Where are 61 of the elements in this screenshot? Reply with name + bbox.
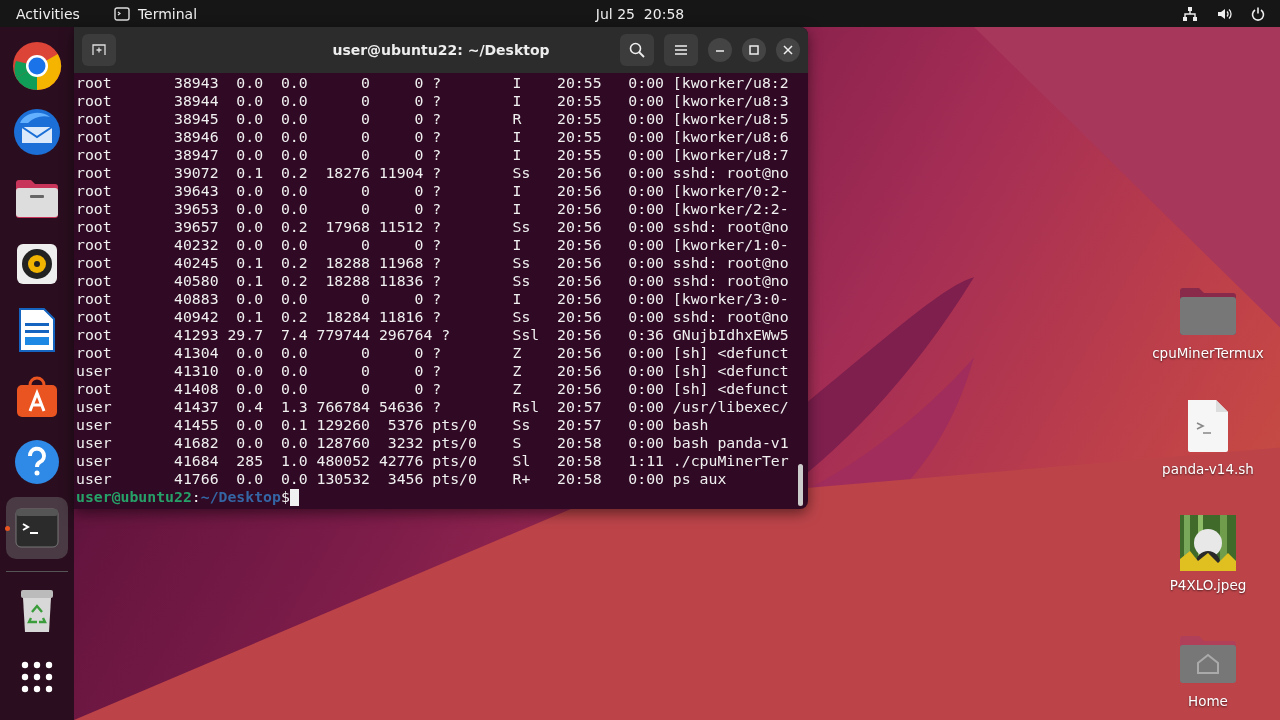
prompt-path: ~/Desktop	[200, 488, 281, 506]
search-icon	[629, 42, 645, 58]
file-label[interactable]: P4XLO.jpeg	[1169, 577, 1247, 593]
maximize-icon	[749, 45, 759, 55]
terminal-line: root 41408 0.0 0.0 0 0 ? Z 20:56 0:00 [sh] <defunct	[76, 380, 790, 398]
terminal-line: root 38946 0.0 0.0 0 0 ? I 20:55 0:00 [kworker/u8:6	[76, 128, 790, 146]
terminal-icon	[113, 6, 130, 21]
terminal-line: root 40883 0.0 0.0 0 0 ? I 20:56 0:00 [kworker/3:0-	[76, 290, 790, 308]
terminal-line: root 41293 29.7 7.4 779744 296764 ? Ssl 20:56 0:36 GNujbIdhxEWw5	[76, 326, 790, 344]
file-label[interactable]: Home	[1188, 693, 1228, 709]
search-button[interactable]	[620, 34, 654, 66]
terminal-line: root 38944 0.0 0.0 0 0 ? I 20:55 0:00 [kworker/u8:3	[76, 92, 790, 110]
terminal-line: user 41684 285 1.0 480052 42776 pts/0 Sl 20:58 1:11 ./cpuMinerTer	[76, 452, 790, 470]
new-tab-button[interactable]	[82, 34, 116, 66]
text-cursor	[289, 488, 299, 506]
terminal-line: root 38945 0.0 0.0 0 0 ? R 20:55 0:00 [kworker/u8:5	[76, 110, 790, 128]
window-title: user@ubuntu22: ~/Desktop	[332, 42, 550, 58]
clock[interactable]: Jul 25 20:58	[587, 3, 693, 24]
close-button[interactable]	[776, 38, 800, 62]
script-file-icon[interactable]	[1185, 397, 1231, 455]
scrollbar-thumb[interactable]	[798, 464, 803, 506]
minimize-button[interactable]	[708, 38, 732, 62]
bird-mail-icon	[12, 107, 62, 157]
power-icon[interactable]	[1250, 5, 1266, 22]
file-label[interactable]: panda-v14.sh	[1162, 461, 1254, 477]
help-icon	[14, 439, 60, 485]
terminal-icon	[15, 508, 59, 548]
terminal-line: user 41310 0.0 0.0 0 0 ? Z 20:56 0:00 [sh] <defunct	[76, 362, 790, 380]
app-grid-icon[interactable]	[20, 660, 54, 694]
folder-icon	[14, 177, 60, 219]
network-icon[interactable]	[1182, 5, 1198, 22]
prompt-colon: :	[191, 488, 201, 506]
new-tab-icon	[92, 44, 106, 56]
menu-button[interactable]	[664, 34, 698, 66]
terminal-line: root 39072 0.1 0.2 18276 11904 ? Ss 20:56 0:00 sshd: root@no	[76, 164, 790, 182]
terminal-line: root 39657 0.0 0.2 17968 11512 ? Ss 20:56 0:00 sshd: root@no	[76, 218, 790, 236]
terminal-line: user 41455 0.0 0.1 129260 5376 pts/0 Ss 20:57 0:00 bash	[76, 416, 710, 434]
terminal-line: root 40580 0.1 0.2 18288 11836 ? Ss 20:56 0:00 sshd: root@no	[76, 272, 790, 290]
terminal-line: root 41304 0.0 0.0 0 0 ? Z 20:56 0:00 [sh] <defunct	[76, 344, 790, 362]
terminal-line: root 39643 0.0 0.0 0 0 ? I 20:56 0:00 [kworker/0:2-	[76, 182, 790, 200]
terminal-line: user 41437 0.4 1.3 766784 54636 ? Rsl 20:57 0:00 /usr/libexec/	[76, 398, 790, 416]
close-icon	[783, 45, 793, 55]
menu-icon	[674, 44, 688, 56]
prompt-symbol: $	[280, 488, 290, 506]
document-icon	[17, 307, 57, 353]
prompt-user-host: user@ubuntu22	[76, 488, 192, 506]
terminal-line: user 41682 0.0 0.0 128760 3232 pts/0 S 20:58 0:00 bash panda-v1	[76, 434, 790, 452]
terminal-line: root 40232 0.0 0.0 0 0 ? I 20:56 0:00 [kworker/1:0-	[76, 236, 790, 254]
activities-button[interactable]: Activities	[8, 3, 88, 24]
terminal-line: root 40942 0.1 0.2 18284 11816 ? Ss 20:56 0:00 sshd: root@no	[76, 308, 790, 326]
browser-icon	[12, 41, 62, 91]
terminal-line: root 39653 0.0 0.0 0 0 ? I 20:56 0:00 [kworker/2:2-	[76, 200, 790, 218]
running-indicator	[5, 526, 10, 531]
speaker-icon	[15, 242, 59, 286]
app-menu-button[interactable]: Terminal	[105, 3, 206, 24]
file-label[interactable]: cpuMinerTermux	[1152, 345, 1264, 361]
maximize-button[interactable]	[742, 38, 766, 62]
terminal-line: root 38947 0.0 0.0 0 0 ? I 20:55 0:00 [kworker/u8:7	[76, 146, 790, 164]
terminal-line: root 38943 0.0 0.0 0 0 ? I 20:55 0:00 [kworker/u8:2	[76, 74, 790, 92]
terminal-line: user 41766 0.0 0.0 130532 3456 pts/0 R+ 20:58 0:00 ps aux	[76, 470, 728, 488]
terminal-line: root 40245 0.1 0.2 18288 11968 ? Ss 20:56 0:00 sshd: root@no	[76, 254, 790, 272]
